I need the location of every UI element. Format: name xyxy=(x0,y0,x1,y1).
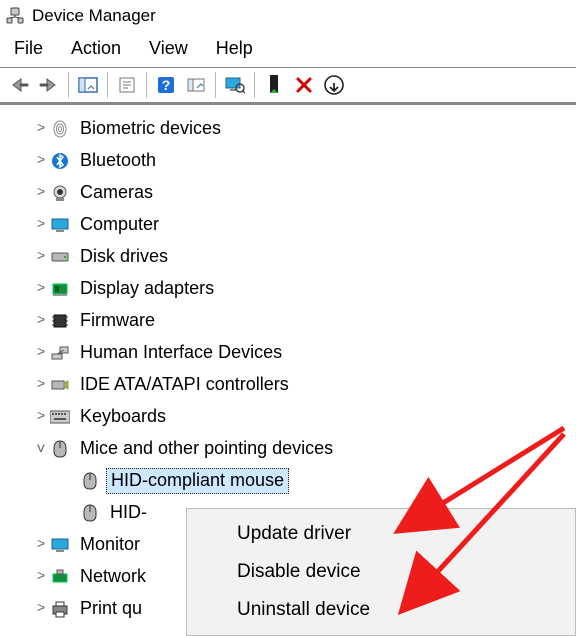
tree-node-label: Cameras xyxy=(76,181,157,205)
tree-node-mice[interactable]: v Mice and other pointing devices xyxy=(8,433,576,465)
update-driver-button[interactable] xyxy=(319,71,349,99)
tree-node-label: Mice and other pointing devices xyxy=(76,437,337,461)
toolbar-separator xyxy=(254,72,255,98)
tree-node-computer[interactable]: > Computer xyxy=(8,209,576,241)
tree-node-cameras[interactable]: > Cameras xyxy=(8,177,576,209)
toolbar-separator xyxy=(146,72,147,98)
window-titlebar: Device Manager xyxy=(0,0,576,32)
tree-node-label: Firmware xyxy=(76,309,159,333)
tree-node-label: Disk drives xyxy=(76,245,172,269)
scan-hardware-button[interactable] xyxy=(181,71,211,99)
menu-file[interactable]: File xyxy=(14,38,43,59)
printer-icon xyxy=(50,599,70,619)
gpu-icon xyxy=(50,279,70,299)
back-button[interactable] xyxy=(4,71,34,99)
tree-node-disk[interactable]: > Disk drives xyxy=(8,241,576,273)
tree-node-label: Display adapters xyxy=(76,277,218,301)
mouse-icon xyxy=(80,471,100,491)
context-uninstall-device[interactable]: Uninstall device xyxy=(187,591,575,629)
svg-text:?: ? xyxy=(162,77,171,93)
context-menu: Update driver Disable device Uninstall d… xyxy=(186,508,576,636)
chevron-right-icon[interactable]: > xyxy=(32,409,50,426)
keyboard-icon xyxy=(50,407,70,427)
tree-node-firmware[interactable]: > Firmware xyxy=(8,305,576,337)
tree-node-label: HID-compliant mouse xyxy=(106,468,289,494)
toolbar: ? xyxy=(0,67,576,103)
tree-node-label: Human Interface Devices xyxy=(76,341,286,365)
chevron-right-icon[interactable]: > xyxy=(32,281,50,298)
toolbar-separator xyxy=(68,72,69,98)
tree-node-label: Bluetooth xyxy=(76,149,160,173)
mouse-icon xyxy=(50,439,70,459)
uninstall-button[interactable] xyxy=(289,71,319,99)
chevron-down-icon[interactable]: v xyxy=(32,441,50,458)
chip-icon xyxy=(50,311,70,331)
chevron-right-icon[interactable]: > xyxy=(32,537,50,554)
chevron-right-icon[interactable]: > xyxy=(32,153,50,170)
tree-node-label: IDE ATA/ATAPI controllers xyxy=(76,373,293,397)
tree-node-ide[interactable]: > IDE ATA/ATAPI controllers xyxy=(8,369,576,401)
tree-node-label: HID- xyxy=(106,501,151,525)
tree-node-hid[interactable]: > Human Interface Devices xyxy=(8,337,576,369)
chevron-right-icon[interactable]: > xyxy=(32,217,50,234)
ide-icon xyxy=(50,375,70,395)
disk-icon xyxy=(50,247,70,267)
chevron-right-icon[interactable]: > xyxy=(32,249,50,266)
tree-node-display[interactable]: > Display adapters xyxy=(8,273,576,305)
help-button[interactable]: ? xyxy=(151,71,181,99)
context-update-driver[interactable]: Update driver xyxy=(187,515,575,553)
camera-icon xyxy=(50,183,70,203)
monitor-scan-button[interactable] xyxy=(220,71,250,99)
tree-node-biometric[interactable]: > Biometric devices xyxy=(8,113,576,145)
chevron-right-icon[interactable]: > xyxy=(32,185,50,202)
enable-device-button[interactable] xyxy=(259,71,289,99)
tree-node-label: Keyboards xyxy=(76,405,170,429)
chevron-right-icon[interactable]: > xyxy=(32,345,50,362)
tree-node-label: Print qu xyxy=(76,597,146,621)
forward-button[interactable] xyxy=(34,71,64,99)
chevron-right-icon[interactable]: > xyxy=(32,377,50,394)
monitor-icon xyxy=(50,535,70,555)
hid-icon xyxy=(50,343,70,363)
tree-node-label: Biometric devices xyxy=(76,117,225,141)
app-icon xyxy=(6,7,24,25)
toolbar-separator xyxy=(215,72,216,98)
tree-node-label: Monitor xyxy=(76,533,144,557)
chevron-right-icon[interactable]: > xyxy=(32,601,50,618)
tree-node-keyboards[interactable]: > Keyboards xyxy=(8,401,576,433)
tree-node-label: Computer xyxy=(76,213,163,237)
tree-node-bluetooth[interactable]: > Bluetooth xyxy=(8,145,576,177)
tree-node-label: Network xyxy=(76,565,150,589)
toolbar-separator xyxy=(107,72,108,98)
menu-help[interactable]: Help xyxy=(216,38,253,59)
menu-bar: File Action View Help xyxy=(0,32,576,67)
mouse-icon xyxy=(80,503,100,523)
chevron-right-icon[interactable]: > xyxy=(32,569,50,586)
fingerprint-icon xyxy=(50,119,70,139)
properties-button[interactable] xyxy=(112,71,142,99)
bluetooth-icon xyxy=(50,151,70,171)
network-icon xyxy=(50,567,70,587)
context-disable-device[interactable]: Disable device xyxy=(187,553,575,591)
menu-view[interactable]: View xyxy=(149,38,188,59)
chevron-right-icon[interactable]: > xyxy=(32,313,50,330)
chevron-right-icon[interactable]: > xyxy=(32,121,50,138)
window-title: Device Manager xyxy=(32,6,156,26)
menu-action[interactable]: Action xyxy=(71,38,121,59)
tree-node-hid-mouse-1[interactable]: HID-compliant mouse xyxy=(8,465,576,497)
computer-icon xyxy=(50,215,70,235)
show-hide-console-button[interactable] xyxy=(73,71,103,99)
